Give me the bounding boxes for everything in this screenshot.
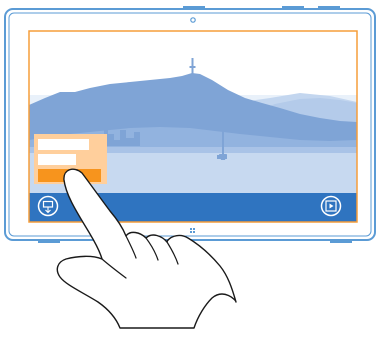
top-right-button-2 — [318, 6, 340, 9]
context-menu-item-1[interactable] — [38, 139, 89, 150]
tablet-illustration — [4, 6, 376, 329]
bottom-left-button — [38, 240, 60, 243]
bottom-right-button — [330, 240, 352, 243]
top-hardware-button — [183, 6, 205, 9]
spire — [222, 126, 224, 154]
top-right-button — [282, 6, 304, 9]
context-menu-item-2[interactable] — [38, 154, 76, 165]
